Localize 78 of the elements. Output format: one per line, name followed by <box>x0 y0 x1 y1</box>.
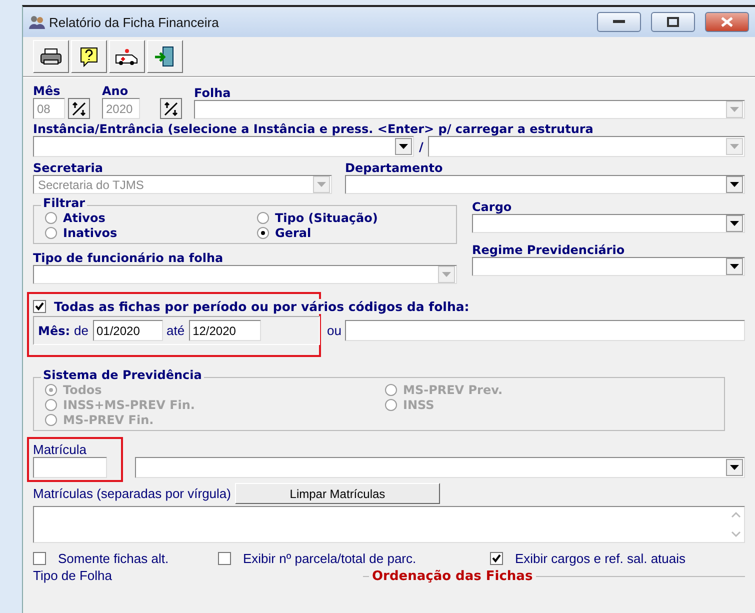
dropdown[interactable] <box>472 257 745 276</box>
exit-button[interactable] <box>147 40 183 73</box>
radio-label: Geral <box>275 226 312 240</box>
print-button[interactable] <box>33 40 69 73</box>
people-icon <box>29 14 45 30</box>
close-button[interactable] <box>705 12 749 32</box>
dropdown-arrow-icon <box>317 182 326 187</box>
ambulance-icon <box>115 48 139 66</box>
radio-label: Ativos <box>63 210 106 224</box>
field-label: Departamento <box>345 161 444 175</box>
separator-text: / <box>419 140 424 154</box>
registration-field[interactable] <box>33 457 107 478</box>
field-label: Regime Previdenciário <box>472 243 626 257</box>
registrations-text-area[interactable] <box>33 506 745 543</box>
spin-button[interactable] <box>160 98 182 119</box>
radio-button[interactable] <box>45 212 57 224</box>
radio-label: INSS+MS-PREV Fin. <box>63 398 195 412</box>
checkbox-label: Exibir nº parcela/total de parc. <box>243 551 416 566</box>
radio-button[interactable] <box>257 226 269 238</box>
field-label: Instância/Entrância (selecione a Instância e press. <Enter> p/ carregar a estrutura <box>33 122 594 136</box>
field-label: Mês <box>33 84 62 98</box>
dropdown-arrow-icon <box>730 465 739 470</box>
close-icon <box>721 17 733 27</box>
dropdown-arrow-icon <box>442 272 451 277</box>
field-label: ou <box>327 323 342 338</box>
radio-label: Tipo (Situação) <box>275 210 378 224</box>
field-label: até <box>166 323 185 338</box>
checkbox[interactable] <box>218 552 231 565</box>
checkbox[interactable] <box>33 300 46 313</box>
radio-button[interactable] <box>45 226 57 238</box>
field-label: Secretaria <box>33 161 104 175</box>
minimize-icon <box>613 20 625 24</box>
field-label: Matrículas (separadas por vírgula) <box>33 486 231 501</box>
radio-label: Todos <box>63 382 102 396</box>
dropdown[interactable] <box>472 214 745 233</box>
exit-door-icon <box>154 46 176 68</box>
radio-button[interactable] <box>257 212 269 224</box>
dropdown-arrow-icon <box>730 144 739 149</box>
minimize-button[interactable] <box>597 12 641 32</box>
printer-icon <box>40 48 62 66</box>
dropdown[interactable] <box>33 136 414 157</box>
group-legend: Ordenação das Fichas <box>369 569 536 584</box>
checkbox[interactable] <box>33 552 46 565</box>
dropdown[interactable] <box>345 175 745 194</box>
dropdown-arrow-icon <box>730 264 739 269</box>
checkbox-label: Somente fichas alt. <box>58 551 169 566</box>
dropdown-arrow-icon <box>730 221 739 226</box>
checkbox[interactable] <box>490 552 503 565</box>
clear-button[interactable]: Limpar Matrículas <box>234 483 440 504</box>
field-label: de <box>74 323 88 338</box>
radio-label: INSS <box>403 398 434 412</box>
checkbox-label: Exibir cargos e ref. sal. atuais <box>515 551 686 566</box>
field-label: Folha <box>194 86 232 100</box>
dropdown-arrow-icon <box>730 107 739 112</box>
field-label: Tipo de Folha <box>33 568 114 583</box>
start-month-field[interactable]: 01/2020 <box>92 320 162 341</box>
maximize-icon <box>667 17 679 27</box>
radio-label: MS-PREV Prev. <box>403 382 503 396</box>
group-legend: Sistema de Previdência <box>43 368 202 382</box>
spin-button[interactable] <box>68 98 90 119</box>
group-legend: Filtrar <box>43 196 86 210</box>
maximize-button[interactable] <box>651 12 695 32</box>
radio-label: MS-PREV Fin. <box>63 412 154 426</box>
dropdown-arrow-icon <box>730 182 739 187</box>
window-title: Relatório da Ficha Financeira <box>49 14 220 30</box>
dropdown[interactable] <box>135 457 745 478</box>
help-icon <box>80 46 98 66</box>
help-button[interactable] <box>71 40 107 73</box>
end-month-field[interactable]: 12/2020 <box>188 320 261 341</box>
field-label: Tipo de funcionário na folha <box>33 251 224 265</box>
field-label: Mês: <box>38 324 70 338</box>
field-label: Cargo <box>472 200 513 214</box>
field-label: Matrícula <box>33 442 86 457</box>
ambulance-button[interactable] <box>109 40 145 73</box>
codes-field[interactable] <box>345 320 745 341</box>
dropdown-arrow-icon <box>399 144 408 149</box>
field-label: Ano <box>102 84 130 98</box>
radio-label: Inativos <box>63 226 118 240</box>
